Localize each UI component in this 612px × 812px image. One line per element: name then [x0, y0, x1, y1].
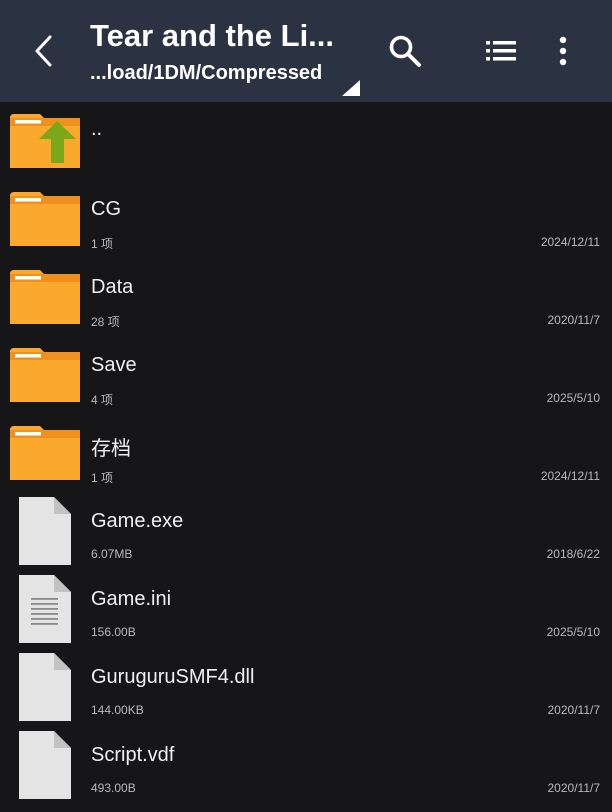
- list-item-folder[interactable]: Data 28 项 2020/11/7: [0, 258, 612, 336]
- modified-date: 2020/11/7: [547, 781, 601, 795]
- folder-up-icon: [10, 114, 80, 168]
- app-bar: Tear and the Li... ...load/1DM/Compresse…: [0, 0, 612, 102]
- item-count: 1 项: [91, 471, 114, 485]
- modified-date: 2024/12/11: [540, 469, 600, 483]
- list-item-file[interactable]: Game.ini 156.00B 2025/5/10: [0, 570, 612, 648]
- file-name: Save: [91, 354, 137, 376]
- file-icon: [19, 731, 71, 799]
- more-vert-icon[interactable]: [552, 34, 574, 68]
- folder-icon: [10, 426, 80, 480]
- modified-date: 2020/11/7: [547, 313, 601, 327]
- list-item-folder[interactable]: Save 4 项 2025/5/10: [0, 336, 612, 414]
- modified-date: 2020/11/7: [547, 703, 601, 717]
- file-name: Game.exe: [91, 510, 184, 532]
- file-size: 156.00B: [91, 625, 136, 639]
- file-icon: [19, 497, 71, 565]
- file-size: 6.07MB: [91, 547, 133, 561]
- back-arrow-icon[interactable]: [26, 28, 66, 74]
- file-name: CG: [91, 198, 121, 220]
- search-icon[interactable]: [388, 34, 422, 68]
- modified-date: 2024/12/11: [540, 235, 600, 249]
- list-item-file[interactable]: Game.exe 6.07MB 2018/6/22: [0, 492, 612, 570]
- item-count: 1 项: [91, 237, 114, 251]
- list-item-folder[interactable]: CG 1 项 2024/12/11: [0, 180, 612, 258]
- folder-icon: [10, 348, 80, 402]
- list-item-parent[interactable]: ..: [0, 102, 612, 180]
- text-file-icon: [19, 575, 71, 643]
- current-path[interactable]: ...load/1DM/Compressed: [90, 62, 322, 85]
- file-size: 144.00KB: [91, 703, 144, 717]
- list-item-folder[interactable]: 存档 1 项 2024/12/11: [0, 414, 612, 492]
- folder-icon: [10, 270, 80, 324]
- file-name: 存档: [91, 438, 131, 460]
- file-name: Game.ini: [91, 588, 172, 610]
- file-icon: [19, 653, 71, 721]
- file-list: .. CG 1 项 2024/12/11 Data 28 项 2020/11/7…: [0, 102, 612, 804]
- file-name: Data: [91, 276, 134, 298]
- file-name: ..: [91, 118, 103, 140]
- path-dropdown-triangle-icon[interactable]: [342, 80, 360, 96]
- file-size: 493.00B: [91, 781, 136, 795]
- modified-date: 2025/5/10: [546, 391, 600, 405]
- list-item-file[interactable]: Script.vdf 493.00B 2020/11/7: [0, 726, 612, 804]
- modified-date: 2025/5/10: [546, 625, 600, 639]
- page-title: Tear and the Li...: [90, 18, 335, 53]
- list-item-file[interactable]: GuruguruSMF4.dll 144.00KB 2020/11/7: [0, 648, 612, 726]
- modified-date: 2018/6/22: [546, 547, 600, 561]
- file-name: Script.vdf: [91, 744, 175, 766]
- folder-icon: [10, 192, 80, 246]
- item-count: 4 项: [91, 393, 114, 407]
- file-name: GuruguruSMF4.dll: [91, 666, 255, 688]
- item-count: 28 项: [91, 315, 120, 329]
- list-view-icon[interactable]: [484, 38, 518, 64]
